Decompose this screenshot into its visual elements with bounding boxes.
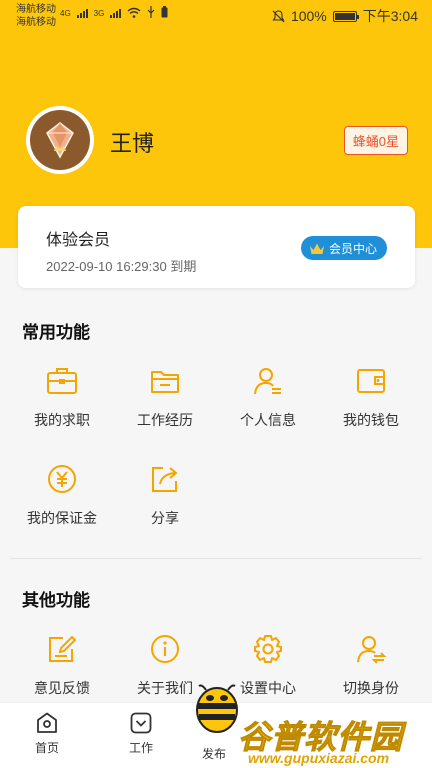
member-title: 体验会员 bbox=[46, 232, 111, 249]
briefcase-icon bbox=[45, 364, 79, 398]
usb-icon bbox=[147, 6, 155, 18]
mute-icon bbox=[272, 9, 285, 22]
member-expire-date: 2022-09-10 16:29:30 到期 bbox=[46, 259, 197, 274]
switch-user-icon bbox=[354, 632, 388, 666]
battery-small-icon bbox=[161, 6, 168, 18]
member-center-button[interactable]: 会员中心 bbox=[300, 236, 387, 260]
clock: 下午3:04 bbox=[362, 8, 418, 24]
menu-label: 工作经历 bbox=[137, 412, 193, 428]
menu-label: 意见反馈 bbox=[34, 680, 90, 696]
status-bar: 海航移动 海航移动 4G 3G 100% 下午3:04 bbox=[0, 0, 432, 30]
tab-work[interactable]: 工作 bbox=[96, 711, 186, 756]
home-icon bbox=[37, 712, 57, 733]
carrier-info: 海航移动 海航移动 bbox=[16, 3, 56, 29]
user-name: 王博 bbox=[110, 131, 155, 156]
menu-label: 我的钱包 bbox=[343, 412, 399, 428]
other-functions-title: 其他功能 bbox=[22, 591, 90, 610]
menu-label: 分享 bbox=[151, 510, 179, 526]
member-center-label: 会员中心 bbox=[328, 241, 377, 256]
menu-my-wallet[interactable]: 我的钱包 bbox=[317, 364, 425, 430]
diamond-rank-icon bbox=[30, 110, 90, 170]
menu-work-experience[interactable]: 工作经历 bbox=[111, 364, 219, 430]
level-badge[interactable]: 蜂蛹0星 bbox=[343, 126, 408, 155]
battery-icon bbox=[332, 10, 359, 22]
menu-switch-identity[interactable]: 切换身份 bbox=[317, 632, 425, 698]
signal-group: 4G 3G bbox=[60, 6, 168, 18]
menu-label: 我的保证金 bbox=[27, 510, 97, 526]
network-type-2: 3G bbox=[93, 9, 105, 18]
network-type-1: 4G bbox=[60, 9, 71, 18]
menu-label: 设置中心 bbox=[240, 680, 296, 696]
tab-home[interactable]: 首页 bbox=[2, 711, 92, 756]
menu-personal-info[interactable]: 个人信息 bbox=[214, 364, 322, 430]
common-functions-title: 常用功能 bbox=[22, 323, 90, 342]
carrier-2: 海航移动 bbox=[16, 17, 56, 28]
menu-label: 我的求职 bbox=[34, 412, 90, 428]
member-card: 体验会员 2022-09-10 16:29:30 到期 会员中心 bbox=[18, 206, 415, 288]
menu-label: 个人信息 bbox=[240, 412, 296, 428]
menu-my-deposit[interactable]: 我的保证金 bbox=[8, 462, 116, 528]
person-icon bbox=[251, 364, 285, 398]
share-icon bbox=[148, 462, 182, 496]
watermark: 谷普软件园 www.gupuxiazai.com bbox=[198, 712, 426, 767]
signal-icon-2 bbox=[110, 9, 122, 18]
feedback-icon bbox=[45, 632, 79, 666]
wifi-icon bbox=[127, 7, 141, 18]
avatar[interactable] bbox=[26, 106, 94, 174]
battery-fill bbox=[334, 12, 355, 20]
menu-feedback[interactable]: 意见反馈 bbox=[8, 632, 116, 698]
signal-icon bbox=[76, 9, 88, 18]
menu-my-job-search[interactable]: 我的求职 bbox=[8, 364, 116, 430]
menu-label: 关于我们 bbox=[137, 680, 193, 696]
carrier-1: 海航移动 bbox=[16, 4, 56, 15]
battery-percent: 100% bbox=[290, 8, 327, 24]
gear-icon bbox=[251, 632, 285, 666]
deposit-icon bbox=[45, 462, 79, 496]
folder-icon bbox=[148, 364, 182, 398]
work-icon bbox=[130, 712, 152, 734]
info-icon bbox=[148, 632, 182, 666]
watermark-url: www.gupuxiazai.com bbox=[248, 750, 390, 766]
tab-home-label: 首页 bbox=[34, 741, 59, 755]
status-right: 100% 下午3:04 bbox=[272, 6, 418, 26]
crown-icon bbox=[309, 243, 324, 254]
tab-work-label: 工作 bbox=[128, 741, 153, 755]
menu-share[interactable]: 分享 bbox=[111, 462, 219, 528]
wallet-icon bbox=[354, 364, 388, 398]
section-divider bbox=[10, 558, 422, 559]
menu-label: 切换身份 bbox=[343, 680, 399, 696]
